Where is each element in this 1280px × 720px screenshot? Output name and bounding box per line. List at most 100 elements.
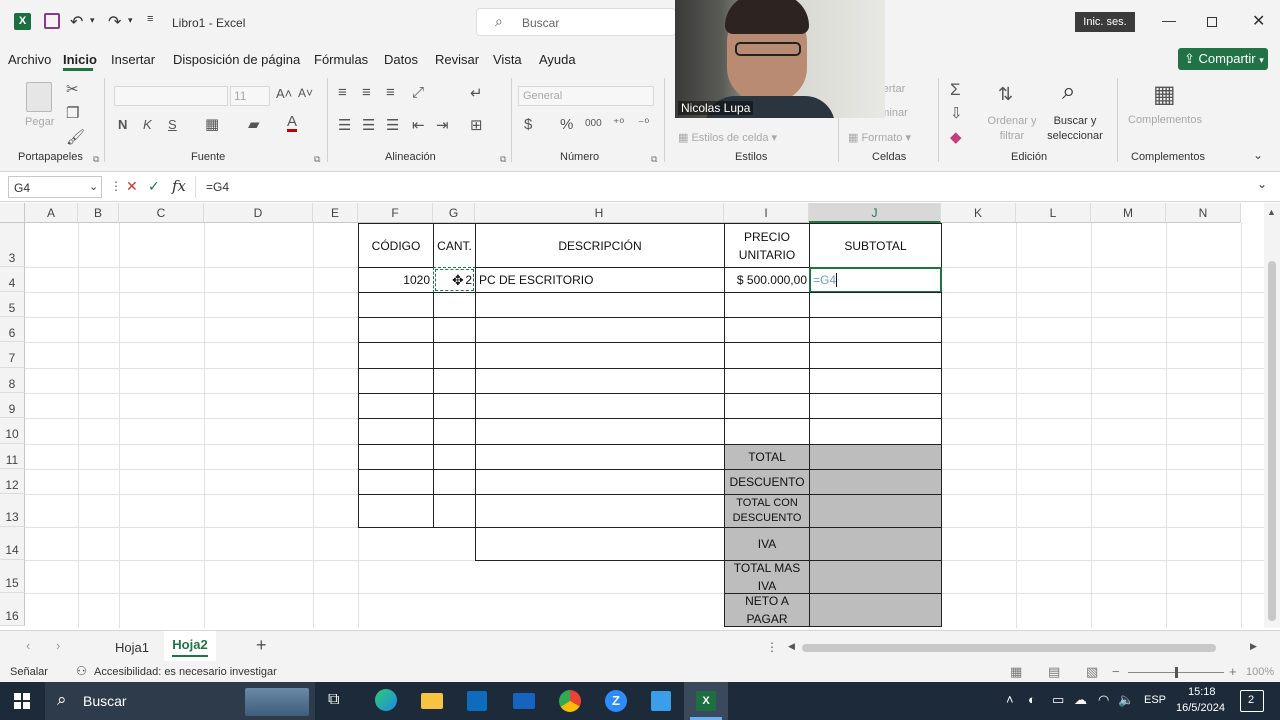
menu-inicio[interactable]: Inicio xyxy=(63,52,97,67)
row-header-7[interactable]: 7 xyxy=(0,342,25,368)
collapse-ribbon-icon[interactable]: ⌄ xyxy=(1253,148,1263,162)
expand-formula-icon[interactable]: ⌄ xyxy=(1257,177,1267,191)
autosum-icon[interactable]: Σ xyxy=(950,80,961,100)
column-header-i[interactable]: I xyxy=(724,203,809,223)
column-header-d[interactable]: D xyxy=(204,203,313,223)
table-cell[interactable] xyxy=(433,393,476,419)
column-header-g[interactable]: G xyxy=(433,203,475,223)
label-descuento[interactable]: DESCUENTO xyxy=(724,469,810,495)
table-cell[interactable] xyxy=(433,444,476,470)
redo-icon[interactable]: ↷ xyxy=(108,12,121,32)
notifications-button[interactable]: 2 xyxy=(1240,690,1264,712)
align-top-icon[interactable]: ≡ xyxy=(338,84,347,101)
fill-icon[interactable]: ⇩ xyxy=(950,104,963,122)
header-cant[interactable]: CANT. xyxy=(433,223,476,268)
row-header-9[interactable]: 9 xyxy=(0,393,25,418)
thousands-icon[interactable]: 000 xyxy=(585,118,602,129)
font-color-icon[interactable]: A xyxy=(287,114,298,132)
table-cell[interactable] xyxy=(475,494,725,528)
accessibility-icon[interactable]: ⚇ xyxy=(76,664,87,678)
mail-icon[interactable] xyxy=(513,693,535,709)
cell-precio-row4[interactable]: $ 500.000,00 xyxy=(724,267,810,293)
vertical-scrollbar[interactable]: ▲ xyxy=(1264,203,1280,628)
table-cell[interactable] xyxy=(433,317,476,343)
underline-icon[interactable]: S xyxy=(168,117,177,132)
label-total-con-descuento[interactable]: TOTAL CON DESCUENTO xyxy=(724,494,810,528)
page-break-icon[interactable]: ▧ xyxy=(1086,664,1098,680)
header-descripcion[interactable]: DESCRIPCIÓN xyxy=(475,223,725,268)
row-header-6[interactable]: 6 xyxy=(0,317,25,342)
decrease-decimal-icon[interactable]: ⁻⁰ xyxy=(638,116,649,130)
column-header-c[interactable]: C xyxy=(119,203,204,223)
menu-vista[interactable]: Vista xyxy=(493,52,522,67)
table-cell[interactable] xyxy=(809,317,942,343)
sort-filter-label[interactable]: Ordenar y filtrar xyxy=(986,114,1038,144)
header-codigo[interactable]: CÓDIGO xyxy=(358,223,434,268)
addins-icon[interactable]: ▦ xyxy=(1153,80,1176,109)
scroll-right-icon[interactable]: ▶ xyxy=(1250,641,1257,652)
table-cell[interactable] xyxy=(475,292,725,318)
cancel-formula-icon[interactable]: ✕ xyxy=(126,178,138,195)
table-cell[interactable] xyxy=(475,317,725,343)
undo-dropdown-icon[interactable]: ▾ xyxy=(90,15,95,26)
numero-launcher-icon[interactable]: ⧉ xyxy=(651,154,657,165)
table-cell[interactable] xyxy=(809,393,942,419)
currency-icon[interactable]: $ xyxy=(524,116,532,133)
select-all-corner[interactable] xyxy=(0,203,25,223)
share-button[interactable]: ⇪ Compartir ▾ xyxy=(1178,48,1268,70)
table-cell[interactable] xyxy=(358,368,434,394)
value-descuento[interactable] xyxy=(809,469,942,495)
table-cell[interactable] xyxy=(433,494,476,528)
name-box-dropdown-icon[interactable]: ⌄ xyxy=(89,180,98,193)
table-cell[interactable] xyxy=(475,469,725,495)
sheet-tab-hoja2-active[interactable]: Hoja2 xyxy=(164,631,216,661)
vertical-scroll-thumb[interactable] xyxy=(1268,261,1276,621)
worksheet-grid[interactable]: A B C D E F G H I J K L M N 3 4 5 6 7 8 … xyxy=(0,203,1280,628)
row-header-11[interactable]: 11 xyxy=(0,444,25,469)
align-center-icon[interactable]: ☰ xyxy=(362,116,375,134)
onedrive-icon[interactable]: ☁ xyxy=(1074,692,1087,708)
table-cell[interactable] xyxy=(475,393,725,419)
increase-indent-icon[interactable]: ⇥ xyxy=(436,116,449,134)
paste-icon[interactable] xyxy=(26,82,52,112)
wifi-icon[interactable]: ◠ xyxy=(1098,692,1109,708)
table-cell[interactable] xyxy=(358,444,434,470)
excel-taskbar-active[interactable]: X xyxy=(684,682,728,720)
table-cell[interactable] xyxy=(433,418,476,445)
enter-formula-icon[interactable]: ✓ xyxy=(148,178,160,195)
label-neto-a-pagar[interactable]: NETO A PAGAR xyxy=(724,593,810,627)
store-icon[interactable] xyxy=(467,691,487,711)
menu-revisar[interactable]: Revisar xyxy=(435,52,479,67)
clock-date[interactable]: 16/5/2024 xyxy=(1176,702,1225,714)
font-name-select[interactable] xyxy=(114,86,228,106)
find-select-label[interactable]: Buscar y seleccionar xyxy=(1040,114,1110,144)
row-header-12[interactable]: 12 xyxy=(0,469,25,494)
align-bottom-icon[interactable]: ≡ xyxy=(386,84,395,101)
table-cell[interactable] xyxy=(724,393,810,419)
italic-icon[interactable]: K xyxy=(143,117,152,132)
tabs-options-icon[interactable]: ⋮ xyxy=(766,640,778,654)
normal-view-icon[interactable]: ▦ xyxy=(1010,664,1022,680)
column-header-f[interactable]: F xyxy=(358,203,433,223)
decrease-indent-icon[interactable]: ⇤ xyxy=(412,116,425,134)
table-cell[interactable] xyxy=(358,342,434,369)
menu-archivo[interactable]: Archivo xyxy=(8,52,51,67)
decrease-font-icon[interactable]: A˅ xyxy=(298,86,313,100)
table-cell[interactable] xyxy=(475,368,725,394)
align-middle-icon[interactable]: ≡ xyxy=(362,84,371,101)
taskbar-search-box[interactable]: ⌕ Buscar xyxy=(45,682,315,720)
wrap-text-icon[interactable]: ↵ xyxy=(470,84,483,102)
column-header-h[interactable]: H xyxy=(475,203,724,223)
cell-codigo-row4[interactable]: 1020 xyxy=(358,267,434,293)
menu-disposicion[interactable]: Disposición de página xyxy=(173,52,300,67)
find-select-icon[interactable]: ⌕ xyxy=(1062,78,1075,106)
value-iva[interactable] xyxy=(809,527,942,561)
restore-icon[interactable] xyxy=(1207,17,1217,27)
number-format-select[interactable]: General xyxy=(518,86,654,106)
row-header-3[interactable]: 3 xyxy=(0,223,25,267)
table-cell[interactable] xyxy=(358,317,434,343)
column-header-n[interactable]: N xyxy=(1166,203,1241,223)
value-neto-a-pagar[interactable] xyxy=(809,593,942,627)
value-total-con-descuento[interactable] xyxy=(809,494,942,528)
cut-icon[interactable]: ✂ xyxy=(66,80,79,98)
